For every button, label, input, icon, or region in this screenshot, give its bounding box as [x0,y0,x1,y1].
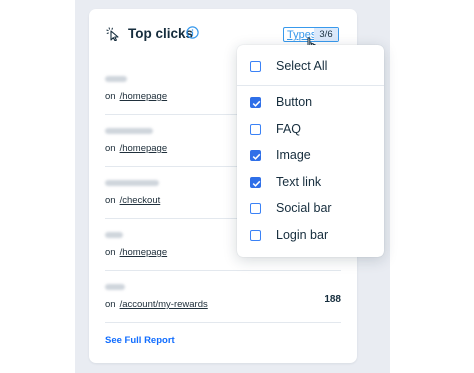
blurred-element-name [105,76,127,82]
checkbox[interactable] [250,203,261,214]
option-login-bar[interactable]: Login bar [250,227,375,247]
select-all-checkbox[interactable] [250,61,261,72]
row-page: on/checkout [105,195,161,206]
page-link[interactable]: /checkout [120,195,161,206]
option-label: Button [276,95,313,109]
row-page: on/account/my-rewards [105,299,208,310]
select-all-option[interactable]: Select All [250,58,375,78]
page-link[interactable]: /account/my-rewards [120,299,208,310]
types-dropdown: Select All Button FAQ Image Text link So… [237,45,384,257]
page-link[interactable]: /homepage [120,143,168,154]
list-item: on/account/my-rewards 188 [105,271,341,323]
checkbox[interactable] [250,124,261,135]
option-text-link[interactable]: Text link [250,174,375,194]
info-icon[interactable] [186,26,199,39]
option-label: Image [276,148,311,162]
page-link[interactable]: /homepage [120,91,168,102]
blurred-element-name [105,284,125,290]
option-label: Text link [276,175,322,189]
option-label: FAQ [276,122,302,136]
see-full-report-link[interactable]: See Full Report [105,335,175,346]
row-page: on/homepage [105,91,168,102]
blurred-element-name [105,128,153,134]
option-social-bar[interactable]: Social bar [250,200,375,220]
checkbox-checked[interactable] [250,97,261,108]
checkbox-checked[interactable] [250,177,261,188]
option-label: Select All [276,59,328,73]
cursor-click-icon [106,27,119,41]
option-label: Social bar [276,201,332,215]
option-button[interactable]: Button [250,94,375,114]
row-page: on/homepage [105,143,168,154]
option-image[interactable]: Image [250,147,375,167]
dropdown-divider [237,85,384,86]
checkbox[interactable] [250,230,261,241]
option-label: Login bar [276,228,329,242]
checkbox-checked[interactable] [250,150,261,161]
row-page: on/homepage [105,247,168,258]
widget-title: Top clicks [128,26,194,41]
option-faq[interactable]: FAQ [250,121,375,141]
check-icon [252,100,261,107]
check-icon [252,153,261,160]
blurred-element-name [105,232,123,238]
check-icon [252,180,261,187]
click-count: 188 [324,294,341,305]
blurred-element-name [105,180,159,186]
page-link[interactable]: /homepage [120,247,168,258]
